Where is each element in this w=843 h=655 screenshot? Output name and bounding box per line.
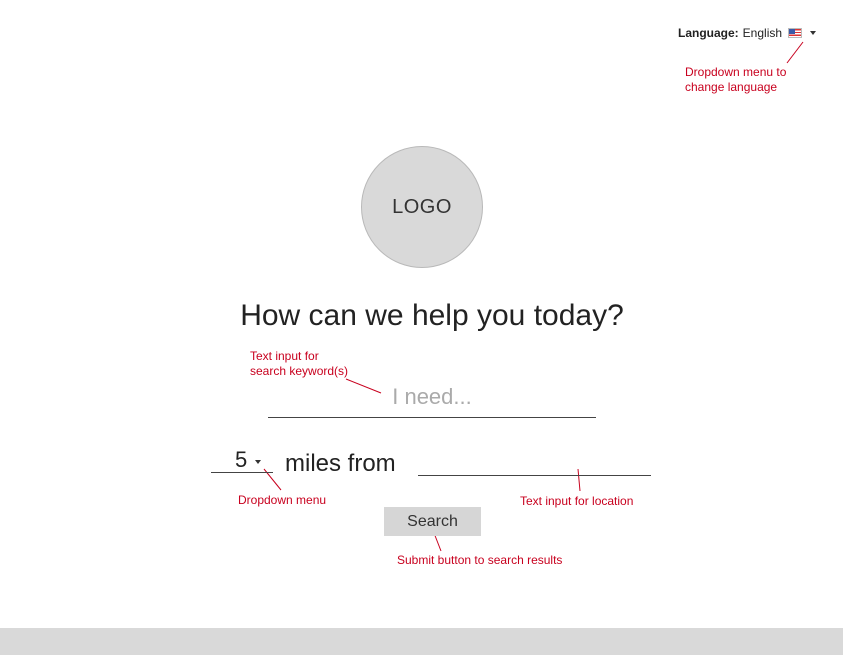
language-label: Language: — [678, 26, 739, 40]
annotation-dropdown: Dropdown menu — [238, 493, 327, 507]
language-selector[interactable]: Language: English — [678, 26, 817, 40]
annotation-language-line1: Dropdown menu to — [685, 65, 787, 79]
logo-text: LOGO — [392, 195, 452, 218]
radius-value: 5 — [235, 447, 248, 472]
annotation-language: Dropdown menu to change language — [685, 65, 786, 95]
location-input[interactable] — [418, 450, 651, 476]
footer-bar — [0, 628, 843, 655]
us-flag-icon — [788, 28, 803, 38]
annotation-keyword-line2: search keyword(s) — [250, 364, 349, 378]
miles-from-label: miles from — [285, 450, 396, 477]
language-value: English — [742, 26, 783, 40]
search-keyword-input[interactable] — [268, 378, 596, 418]
annotation-keyword: Text input for search keyword(s) — [250, 349, 348, 379]
page-title: How can we help you today? — [240, 299, 624, 332]
annotation-location: Text input for location — [520, 494, 634, 508]
annotation-language-line2: change language — [685, 80, 778, 94]
chevron-down-icon — [255, 460, 262, 464]
search-button[interactable]: Search — [384, 507, 481, 536]
leader-language — [786, 41, 804, 64]
chevron-down-icon[interactable] — [810, 31, 817, 35]
radius-dropdown[interactable]: 5 — [211, 448, 273, 473]
logo: LOGO — [361, 146, 483, 268]
annotation-keyword-line1: Text input for — [250, 349, 319, 363]
annotation-submit: Submit button to search results — [397, 553, 563, 567]
